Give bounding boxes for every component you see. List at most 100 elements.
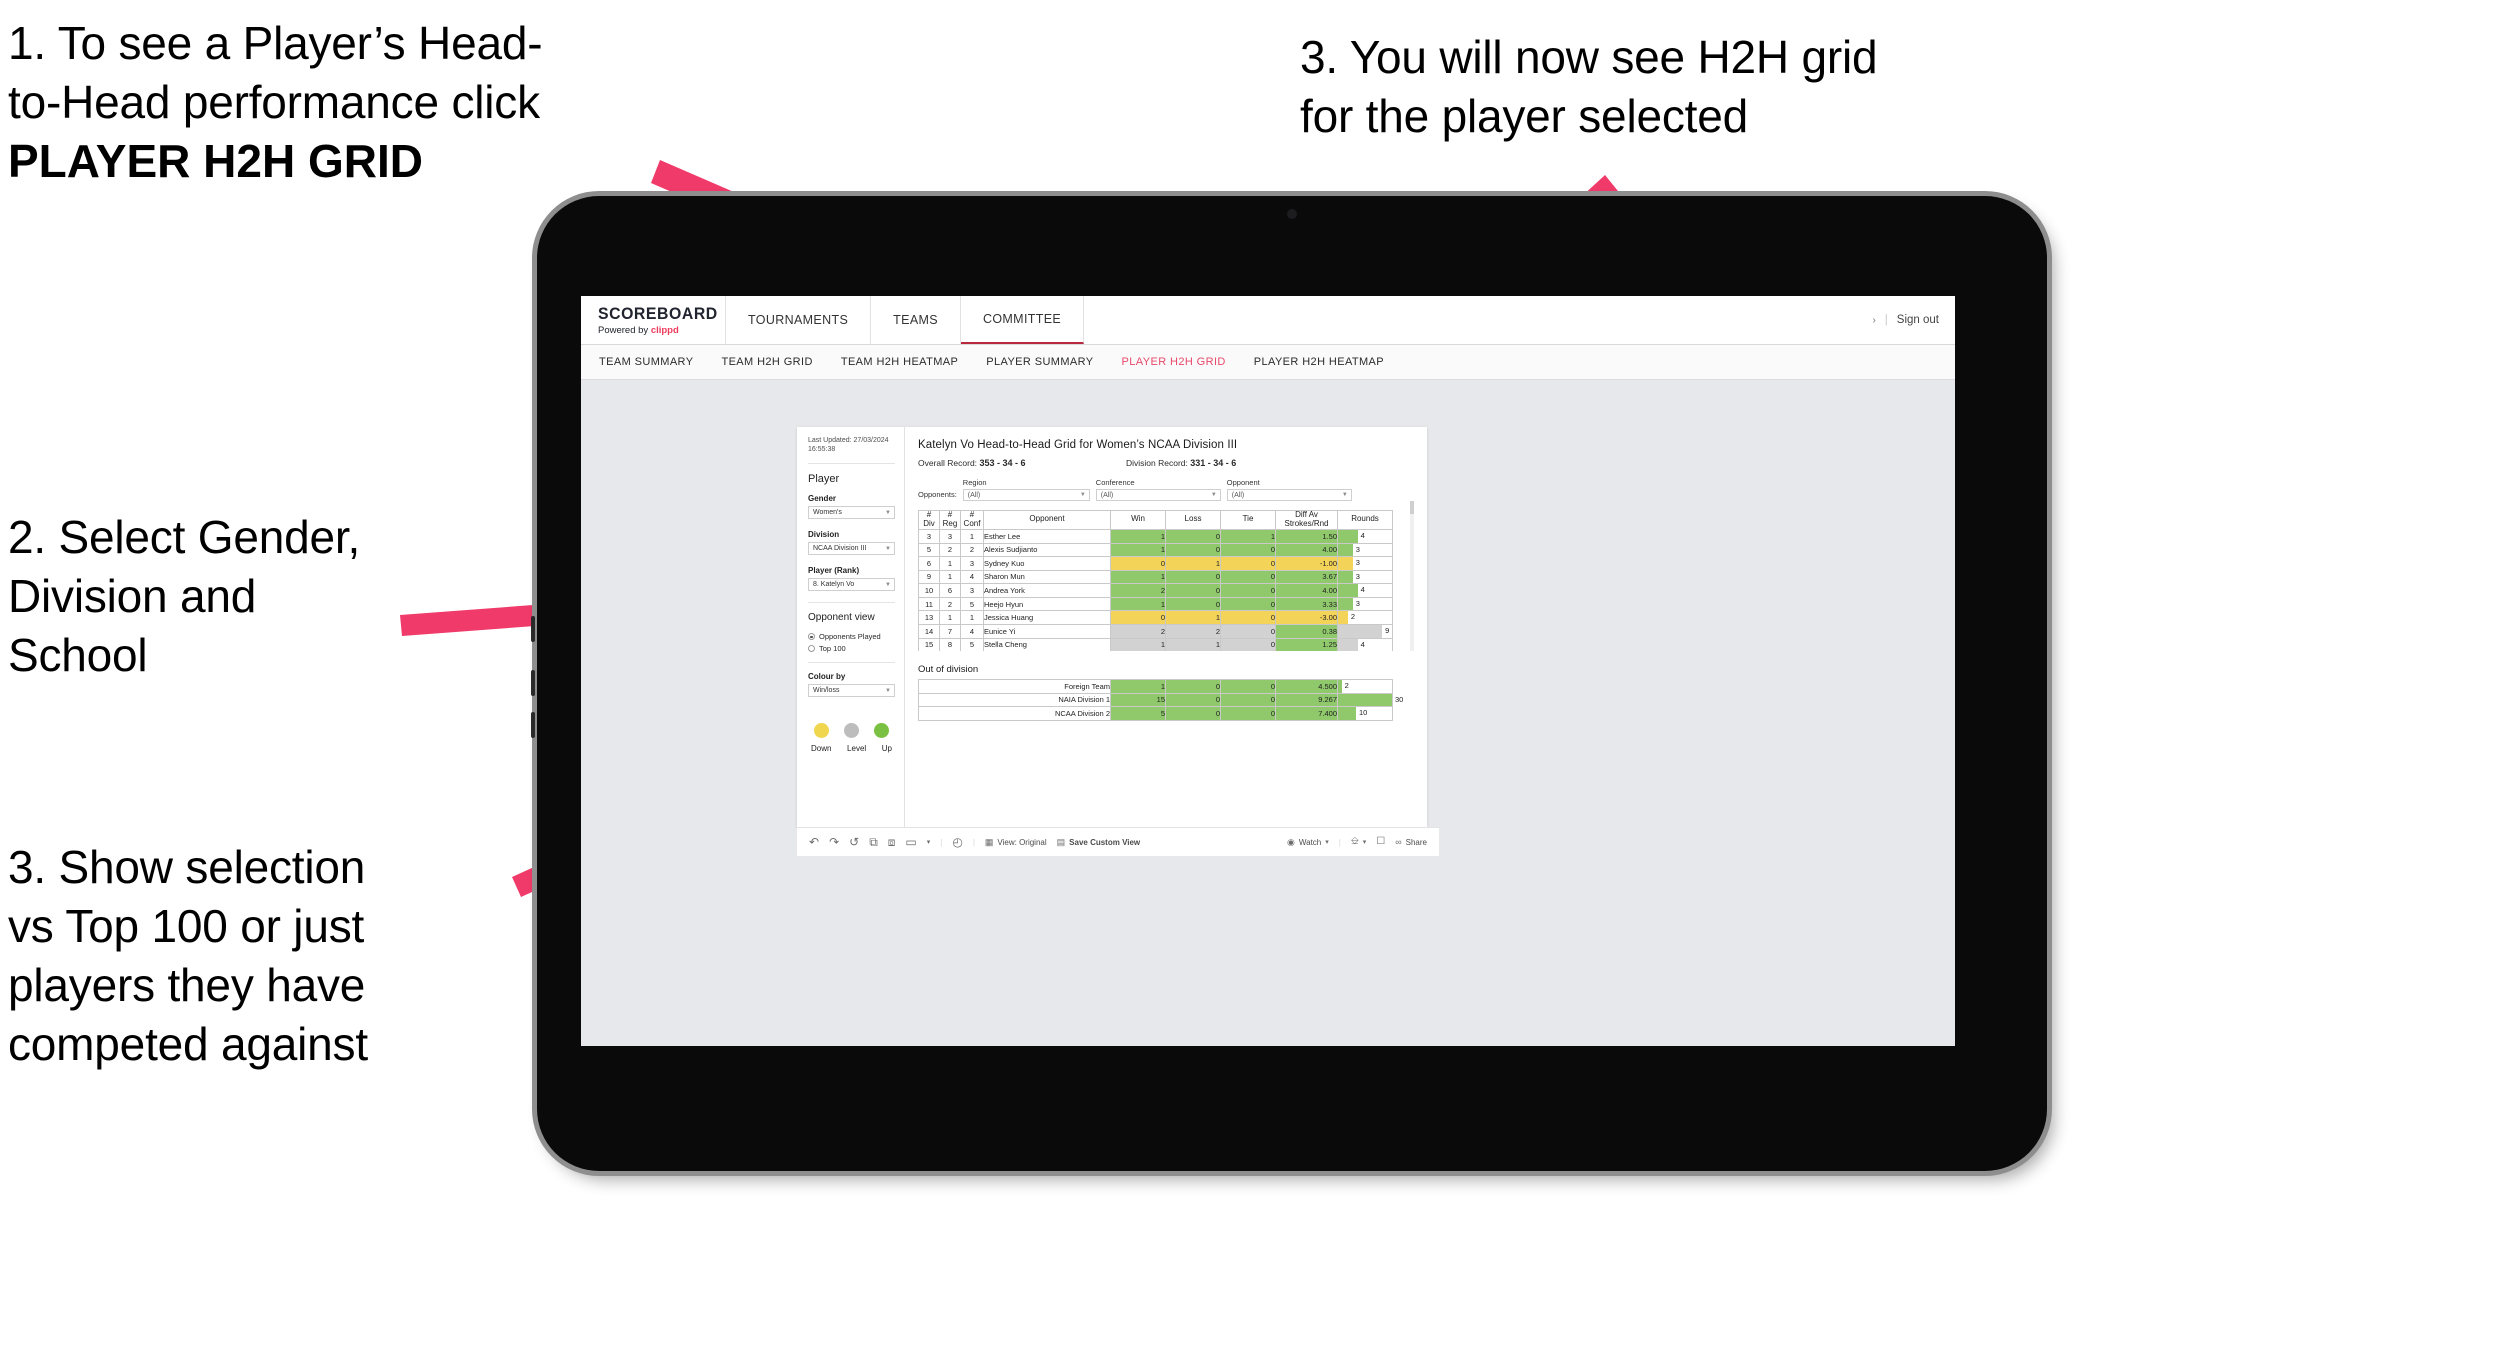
- cell-diff: 7.400: [1275, 706, 1338, 721]
- filter-opponent-select[interactable]: (All) ▼: [1226, 489, 1352, 501]
- chevron-down-icon: ▼: [1079, 492, 1086, 498]
- table-row[interactable]: 6 1 3 Sydney Kuo 0 1 0 -1.00 3: [918, 556, 1393, 571]
- fullscreen-button[interactable]: ☐: [1376, 837, 1385, 847]
- sign-out-link[interactable]: Sign out: [1897, 314, 1939, 326]
- table-row[interactable]: NCAA Division 2 5 0 0 7.400 10: [918, 706, 1393, 721]
- column-header-win[interactable]: Win: [1110, 510, 1166, 530]
- column-header-conf[interactable]: # Conf: [960, 510, 984, 530]
- division-select[interactable]: NCAA Division III ▼: [808, 542, 895, 556]
- gender-select[interactable]: Women's ▼: [808, 506, 895, 520]
- scrollbar-thumb[interactable]: [1410, 501, 1414, 514]
- undo-icon[interactable]: ↶: [809, 836, 819, 848]
- save-custom-view-button[interactable]: ▤ Save Custom View: [1057, 837, 1141, 847]
- share-icon: ∞: [1395, 836, 1402, 847]
- cell-diff: 1.50: [1275, 528, 1338, 544]
- table-row[interactable]: 9 1 4 Sharon Mun 1 0 0 3.67 3: [918, 569, 1393, 585]
- table-row[interactable]: Foreign Team 1 0 0 4.500 2: [918, 679, 1393, 694]
- vertical-scrollbar[interactable]: [1410, 501, 1414, 651]
- filter-region-select[interactable]: (All) ▼: [962, 489, 1090, 501]
- nav-tab-tournaments[interactable]: TOURNAMENTS: [726, 296, 872, 344]
- cell-tie: 0: [1220, 556, 1276, 571]
- table-row[interactable]: 14 7 4 Eunice Yi 2 2 0 0.38 9: [918, 624, 1393, 639]
- revert-icon[interactable]: ↺: [849, 836, 859, 848]
- cell-conf: 3: [960, 556, 984, 571]
- cell-div: 13: [918, 610, 940, 626]
- annotation-2-line-2: Division and: [8, 569, 257, 622]
- table-row[interactable]: 5 2 2 Alexis Sudjianto 1 0 0 4.00 3: [918, 542, 1393, 558]
- chevron-down-icon[interactable]: ▾: [927, 839, 931, 846]
- rounds-value: 30: [1395, 694, 1404, 704]
- share-button[interactable]: ∞ Share: [1395, 836, 1439, 847]
- rounds-bar: [1338, 611, 1348, 625]
- rounds-bar: [1338, 557, 1353, 570]
- cell-opponent: Eunice Yi: [983, 624, 1111, 639]
- view-original-button[interactable]: ▦ View: Original: [985, 837, 1047, 847]
- player-rank-value: 8. Katelyn Vo: [813, 581, 855, 589]
- radio-top-100[interactable]: Top 100: [808, 644, 895, 653]
- subtab-team-h2h-grid[interactable]: TEAM H2H GRID: [721, 356, 812, 368]
- cell-loss: 2: [1165, 624, 1221, 639]
- table-row[interactable]: 15 8 5 Stella Cheng 1 1 0 1.25 4: [918, 637, 1393, 651]
- cell-conf: 4: [960, 624, 984, 639]
- cell-loss: 0: [1165, 542, 1221, 558]
- nav-tab-committee[interactable]: COMMITTEE: [960, 296, 1085, 344]
- sub-navigation-bar: TEAM SUMMARY TEAM H2H GRID TEAM H2H HEAT…: [581, 345, 1955, 380]
- radio-opponents-played[interactable]: Opponents Played: [808, 632, 895, 641]
- watch-button[interactable]: ◉ Watch ▾: [1287, 836, 1329, 847]
- cell-opponent: Esther Lee: [983, 528, 1111, 544]
- colour-by-select[interactable]: Win/loss ▼: [808, 684, 895, 698]
- subtab-team-h2h-heatmap[interactable]: TEAM H2H HEATMAP: [841, 356, 958, 368]
- pause-icon[interactable]: ⧈: [888, 836, 896, 848]
- alert-icon[interactable]: ◴: [952, 836, 962, 848]
- volume-down-button[interactable]: [531, 670, 535, 696]
- column-header-opponent[interactable]: Opponent: [983, 510, 1111, 530]
- cell-ood-label: NAIA Division 1: [918, 692, 1111, 708]
- scoreboard-logo[interactable]: SCOREBOARD Powered by clippd: [581, 296, 726, 344]
- table-row[interactable]: 11 2 5 Heejo Hyun 1 0 0 3.33 3: [918, 596, 1393, 612]
- nav-tab-teams[interactable]: TEAMS: [871, 296, 961, 344]
- opponents-label: Opponents:: [918, 490, 957, 499]
- column-header-loss[interactable]: Loss: [1165, 510, 1221, 530]
- column-header-diff-av-strokes-rnd[interactable]: Diff Av Strokes/Rnd: [1275, 510, 1338, 530]
- shape-icon[interactable]: ▭: [905, 836, 916, 848]
- filter-pane: Last Updated: 27/03/2024 16:55:38 Player…: [797, 427, 905, 827]
- subtab-player-summary[interactable]: PLAYER SUMMARY: [986, 356, 1093, 368]
- table-row[interactable]: 13 1 1 Jessica Huang 0 1 0 -3.00 2: [918, 610, 1393, 626]
- rounds-bar: [1338, 597, 1353, 611]
- cell-loss: 0: [1165, 569, 1221, 585]
- cell-loss: 0: [1165, 528, 1221, 544]
- redo-icon[interactable]: ↷: [829, 836, 839, 848]
- chevron-right-icon[interactable]: ›: [1872, 315, 1875, 326]
- column-header-reg[interactable]: # Reg: [939, 510, 961, 530]
- table-row[interactable]: 3 3 1 Esther Lee 1 0 1 1.50 4: [918, 528, 1393, 544]
- filter-opponent: Opponent (All) ▼: [1226, 478, 1352, 501]
- subtab-player-h2h-heatmap[interactable]: PLAYER H2H HEATMAP: [1254, 356, 1384, 368]
- subtab-team-summary[interactable]: TEAM SUMMARY: [599, 356, 693, 368]
- brand-sub-accent: clippd: [650, 324, 679, 336]
- cell-win: 1: [1110, 528, 1166, 544]
- brand-subtitle: Powered by clippd: [598, 325, 725, 336]
- radio-icon-selected: [808, 633, 815, 641]
- overall-record: Overall Record: 353 - 34 - 6: [918, 458, 1126, 468]
- watch-icon: ◉: [1287, 836, 1295, 847]
- download-button[interactable]: ⎒ ▾: [1351, 837, 1366, 847]
- table-row[interactable]: 10 6 3 Andrea York 2 0 0 4.00 4: [918, 583, 1393, 598]
- player-rank-select[interactable]: 8. Katelyn Vo ▼: [808, 578, 895, 592]
- filter-conference-select[interactable]: (All) ▼: [1095, 489, 1221, 501]
- last-updated-line-2: 16:55:38: [808, 446, 836, 454]
- refresh-icon[interactable]: ⧉: [869, 836, 878, 848]
- volume-up-button[interactable]: [531, 616, 535, 642]
- column-header-rounds[interactable]: Rounds: [1337, 510, 1393, 530]
- table-row[interactable]: NAIA Division 1 15 0 0 9.267 30: [918, 692, 1403, 708]
- report-title: Katelyn Vo Head-to-Head Grid for Women’s…: [918, 439, 1238, 451]
- power-button[interactable]: [531, 712, 535, 738]
- cell-win: 1: [1110, 637, 1166, 651]
- filter-region-value: (All): [967, 491, 981, 499]
- column-header-tie[interactable]: Tie: [1220, 510, 1276, 530]
- subtab-player-h2h-grid[interactable]: PLAYER H2H GRID: [1122, 356, 1226, 368]
- column-header-div[interactable]: # Div: [918, 510, 940, 530]
- filter-region: Region (All) ▼: [962, 478, 1090, 501]
- chevron-down-icon: ▾: [1325, 838, 1329, 846]
- h2h-grid-scroll-area[interactable]: # Div # Reg # Conf Opponent Win Loss Tie Diff Av St…: [918, 501, 1414, 651]
- chevron-down-icon: ▼: [885, 509, 891, 516]
